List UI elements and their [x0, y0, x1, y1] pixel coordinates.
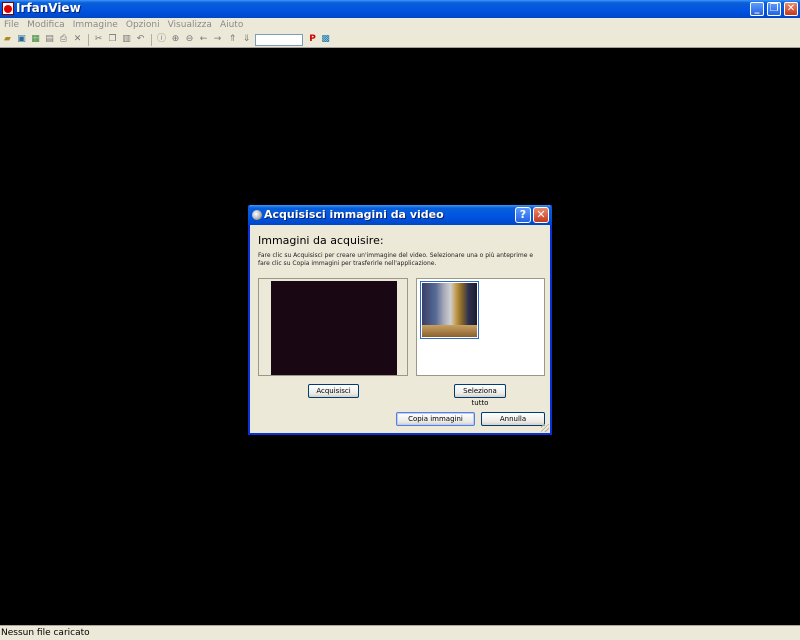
first-icon[interactable]: ⇑	[227, 34, 238, 45]
capture-video-dialog: Acquisisci immagini da video ? ✕ Immagin…	[248, 205, 552, 435]
cut-icon[interactable]: ✂	[93, 34, 104, 45]
zoom-in-icon[interactable]: ⊕	[170, 34, 181, 45]
paste-icon[interactable]: ▥	[121, 34, 132, 45]
app-title: IrfanView	[16, 1, 81, 15]
menu-aiuto[interactable]: Aiuto	[220, 20, 243, 30]
copy-images-button[interactable]: Copia immagini	[396, 412, 475, 426]
print-icon[interactable]: ⎙	[58, 34, 69, 45]
delete-icon[interactable]: ✕	[72, 34, 83, 45]
thumbnail-image	[422, 283, 477, 337]
status-bar: Nessun file caricato	[0, 625, 800, 640]
select-all-button[interactable]: Seleziona tutto	[454, 384, 506, 407]
toolbar: ▰ ▣ ▦ ▤ ⎙ ✕ ✂ ❐ ▥ ↶ ⓘ ⊕ ⊖ ← → ⇑ ⇓ P ▩	[0, 32, 800, 48]
webcam-icon	[252, 210, 262, 220]
dialog-heading: Immagini da acquisire:	[258, 234, 384, 247]
menu-visualizza[interactable]: Visualizza	[168, 20, 212, 30]
scan-icon[interactable]: ▩	[320, 34, 331, 45]
p-icon[interactable]: P	[307, 34, 318, 45]
status-text: Nessun file caricato	[1, 628, 90, 638]
open-folder-icon[interactable]: ▰	[2, 34, 13, 45]
toolbar-separator	[151, 34, 152, 46]
acquire-button[interactable]: Acquisisci	[308, 384, 359, 398]
video-preview-panel	[258, 278, 408, 376]
irfanview-app-icon[interactable]	[2, 2, 14, 15]
undo-icon[interactable]: ↶	[135, 34, 146, 45]
video-preview	[271, 281, 397, 375]
captured-thumbnail[interactable]	[420, 281, 479, 339]
app-titlebar[interactable]: IrfanView _ ❐ ✕	[0, 0, 800, 18]
thumbnails-panel[interactable]	[416, 278, 545, 376]
last-icon[interactable]: ⇓	[241, 34, 252, 45]
minimize-button[interactable]: _	[750, 2, 764, 16]
next-icon[interactable]: →	[212, 34, 223, 45]
menu-file[interactable]: File	[4, 20, 19, 30]
menu-opzioni[interactable]: Opzioni	[126, 20, 160, 30]
thumbnails-icon[interactable]: ▣	[16, 34, 27, 45]
dialog-description: Fare clic su Acquisisci per creare un'im…	[258, 252, 534, 267]
close-button[interactable]: ✕	[784, 2, 798, 16]
page-number-input[interactable]	[255, 34, 303, 46]
resize-grip[interactable]	[541, 424, 549, 432]
cancel-button[interactable]: Annulla	[481, 412, 545, 426]
dialog-title: Acquisisci immagini da video	[264, 208, 444, 221]
info-icon[interactable]: ⓘ	[156, 34, 167, 45]
menu-bar: File Modifica Immagine Opzioni Visualizz…	[0, 18, 800, 32]
zoom-out-icon[interactable]: ⊖	[184, 34, 195, 45]
menu-immagine[interactable]: Immagine	[73, 20, 118, 30]
toolbar-separator	[88, 34, 89, 46]
help-button[interactable]: ?	[515, 207, 531, 223]
save-icon[interactable]: ▤	[44, 34, 55, 45]
restore-button[interactable]: ❐	[767, 2, 781, 16]
dialog-close-button[interactable]: ✕	[533, 207, 549, 223]
dialog-titlebar[interactable]: Acquisisci immagini da video ? ✕	[248, 205, 552, 225]
copy-icon[interactable]: ❐	[107, 34, 118, 45]
grid-icon[interactable]: ▦	[30, 34, 41, 45]
menu-modifica[interactable]: Modifica	[27, 20, 65, 30]
previous-icon[interactable]: ←	[198, 34, 209, 45]
